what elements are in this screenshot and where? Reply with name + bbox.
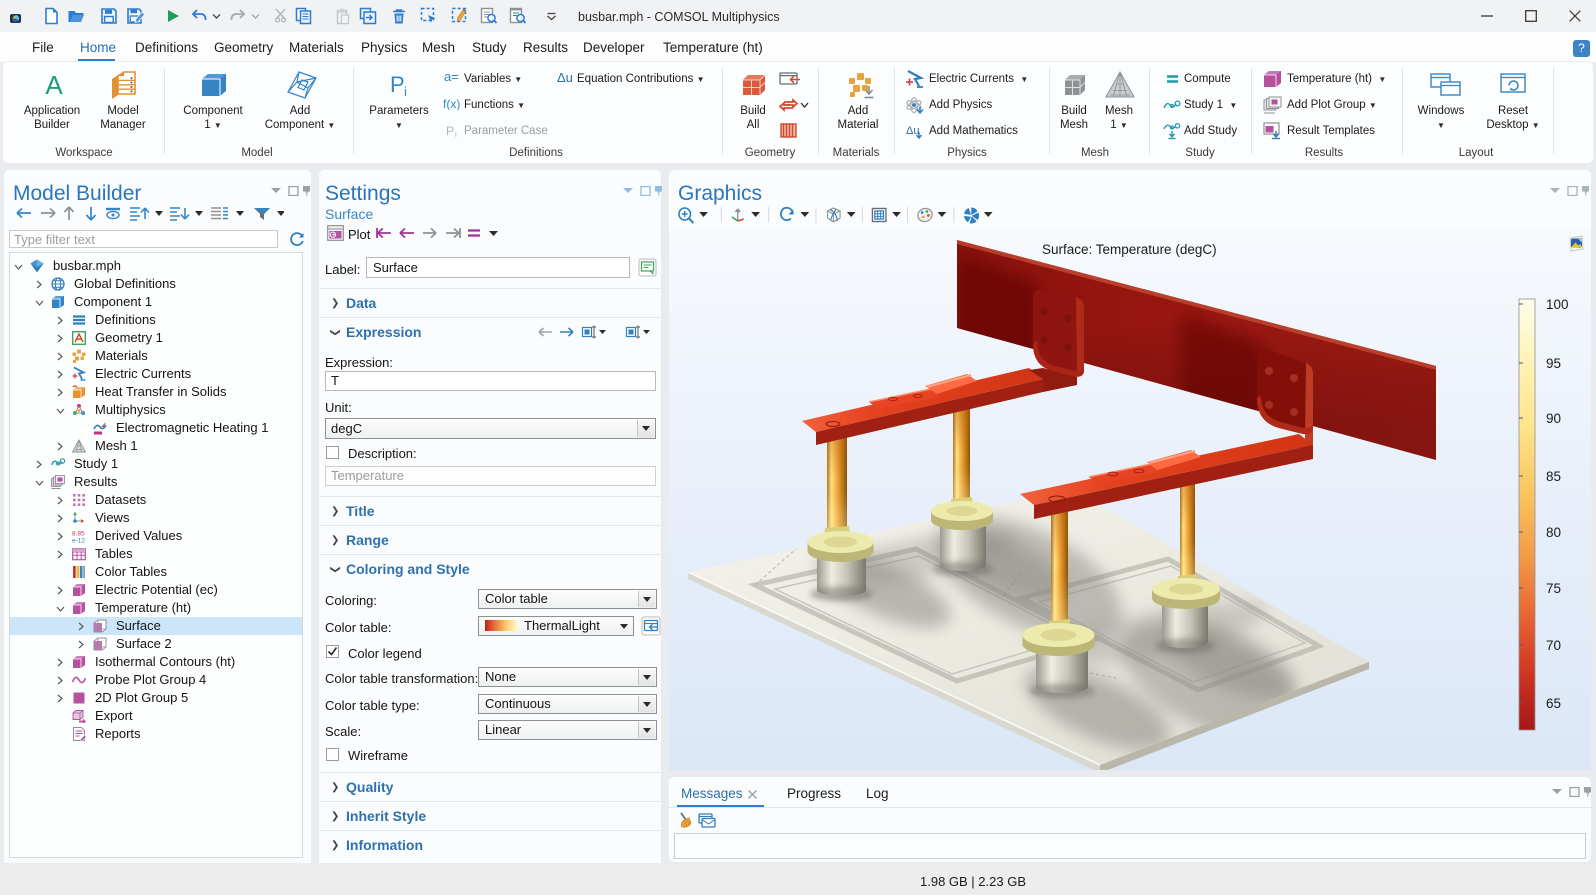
svg-text:P: P <box>390 73 405 97</box>
svg-text:85: 85 <box>1546 469 1561 484</box>
svg-text:80: 80 <box>1546 525 1561 540</box>
svg-text:70: 70 <box>1546 638 1561 653</box>
svg-text:a=: a= <box>444 71 459 83</box>
svg-text:f(x): f(x) <box>443 97 460 110</box>
svg-text:100: 100 <box>1546 297 1569 312</box>
svg-text:i: i <box>404 84 407 97</box>
svg-text:i: i <box>455 130 457 137</box>
svg-text:A: A <box>45 72 63 98</box>
svg-text:65: 65 <box>1546 696 1561 711</box>
svg-text:Δu: Δu <box>557 71 573 84</box>
svg-text:P: P <box>446 124 454 137</box>
svg-text:e-12: e-12 <box>72 538 85 544</box>
svg-text:95: 95 <box>1546 356 1561 371</box>
svg-text:75: 75 <box>1546 581 1561 596</box>
svg-text:8.85: 8.85 <box>72 531 85 538</box>
svg-text:90: 90 <box>1546 411 1561 426</box>
